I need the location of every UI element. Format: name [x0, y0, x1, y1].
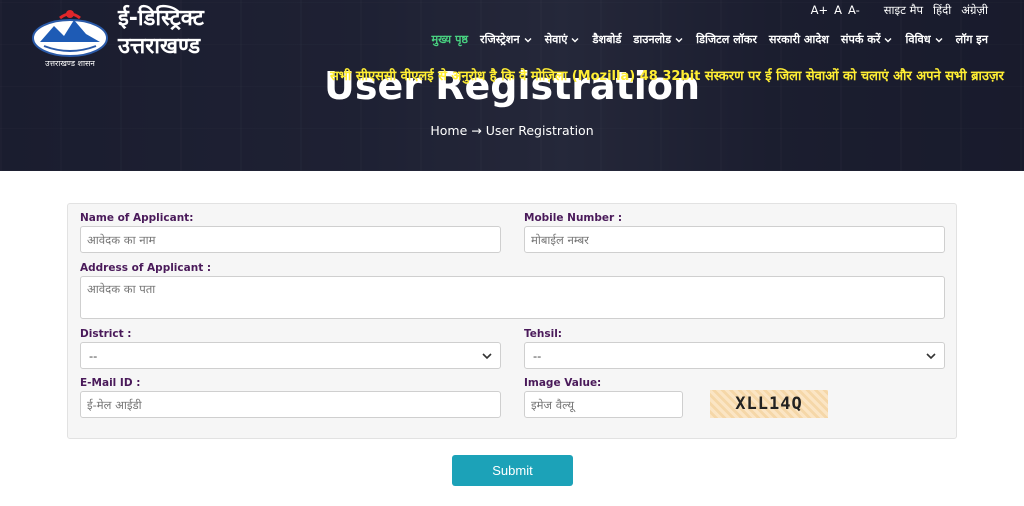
nav-item-9[interactable]: लॉग इन — [956, 32, 988, 47]
image-value-label: Image Value: — [524, 377, 602, 389]
breadcrumb-current: User Registration — [485, 123, 594, 138]
district-select[interactable]: -- — [80, 342, 501, 369]
font-decrease-button[interactable]: A- — [848, 3, 860, 18]
nav-item-4[interactable]: डाउनलोड — [633, 32, 684, 47]
nav-item-label: मुख्य पृष्ठ — [431, 33, 469, 46]
uttarakhand-emblem-logo[interactable]: उत्तराखण्ड शासन — [30, 4, 110, 70]
chevron-down-icon — [884, 37, 892, 42]
font-increase-button[interactable]: A+ — [811, 3, 829, 18]
english-language-link[interactable]: अंग्रेज़ी — [961, 3, 988, 18]
submit-button[interactable]: Submit — [452, 455, 573, 486]
chevron-down-icon — [935, 37, 943, 42]
district-label: District : — [80, 328, 132, 340]
news-ticker[interactable]: सभी सीएससी वीएलई से अनुरोध है कि वे मोज़… — [330, 66, 1024, 84]
captcha-input[interactable] — [524, 391, 683, 418]
nav-item-label: सरकारी आदेश — [768, 33, 829, 46]
district-selected-value: -- — [89, 348, 98, 363]
tehsil-selected-value: -- — [533, 348, 542, 363]
email-label: E-Mail ID : — [80, 377, 141, 389]
captcha-image: XLL14Q — [710, 390, 828, 418]
nav-item-8[interactable]: विविध — [905, 32, 943, 47]
chevron-down-icon — [571, 37, 579, 42]
nav-item-label: विविध — [905, 33, 931, 46]
font-size-controls: A+ A A- — [811, 3, 860, 18]
nav-item-label: डिजिटल लॉकर — [696, 33, 757, 46]
applicant-name-input[interactable] — [80, 226, 501, 253]
tehsil-label: Tehsil: — [524, 328, 563, 340]
site-subtitle: उत्तराखण्ड — [118, 34, 201, 59]
chevron-down-icon — [482, 352, 492, 359]
main-navigation: मुख्य पृष्ठ रजिस्ट्रेशन सेवाएं डैशबोर्ड डाउन… — [360, 32, 988, 47]
nav-item-label: सेवाएं — [544, 33, 568, 46]
breadcrumb-arrow-icon: → — [471, 123, 482, 138]
chevron-down-icon — [675, 37, 683, 42]
font-normal-button[interactable]: A — [834, 3, 842, 18]
nav-item-3[interactable]: डैशबोर्ड — [592, 32, 621, 47]
applicant-address-textarea[interactable] — [80, 276, 945, 319]
name-label: Name of Applicant: — [80, 212, 194, 224]
site-title: ई-डिस्ट्रिक्ट — [118, 6, 204, 31]
nav-item-6[interactable]: सरकारी आदेश — [769, 32, 829, 47]
nav-item-5[interactable]: डिजिटल लॉकर — [696, 32, 757, 47]
email-input[interactable] — [80, 391, 501, 418]
tehsil-select[interactable]: -- — [524, 342, 945, 369]
mobile-label: Mobile Number : — [524, 212, 623, 224]
utility-bar: A+ A A- साइट मैप हिंदी अंग्रेज़ी — [811, 3, 988, 18]
breadcrumb: Home → User Registration — [0, 123, 1024, 138]
chevron-down-icon — [524, 37, 532, 42]
chevron-down-icon — [926, 352, 936, 359]
registration-form: Name of Applicant: Mobile Number : Addre… — [67, 203, 957, 439]
nav-item-1[interactable]: रजिस्ट्रेशन — [480, 32, 533, 47]
breadcrumb-home-link[interactable]: Home — [430, 123, 467, 138]
nav-item-0[interactable]: मुख्य पृष्ठ — [431, 32, 468, 47]
nav-item-2[interactable]: सेवाएं — [545, 32, 581, 47]
nav-item-label: डाउनलोड — [633, 33, 672, 46]
address-label: Address of Applicant : — [80, 262, 212, 274]
sitemap-link[interactable]: साइट मैप — [884, 3, 923, 18]
nav-item-7[interactable]: संपर्क करें — [841, 32, 894, 47]
hindi-language-link[interactable]: हिंदी — [933, 3, 951, 18]
nav-item-label: डैशबोर्ड — [592, 33, 622, 46]
nav-item-label: रजिस्ट्रेशन — [480, 33, 520, 46]
nav-item-label: लॉग इन — [955, 33, 988, 46]
mobile-number-input[interactable] — [524, 226, 945, 253]
nav-item-label: संपर्क करें — [840, 33, 881, 46]
